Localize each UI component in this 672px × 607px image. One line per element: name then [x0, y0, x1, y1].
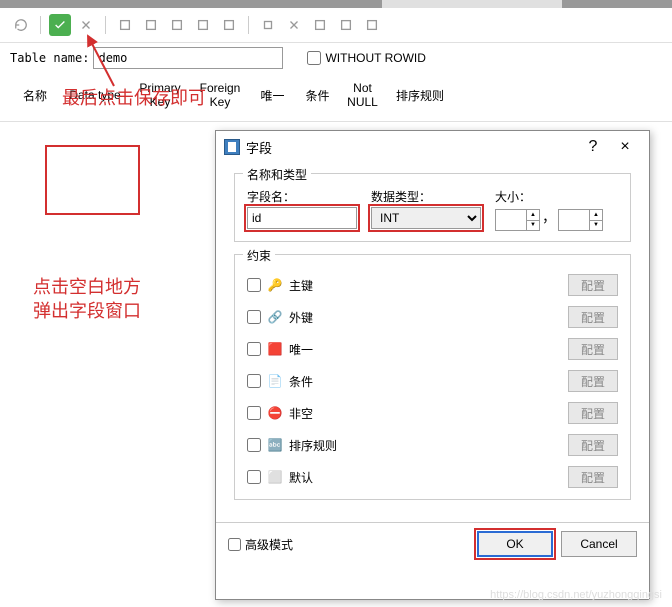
constraint-icon: 🔗	[267, 309, 283, 325]
constraint-row-2: 🟥 唯一配置	[247, 333, 618, 365]
tablename-row: Table name: WITHOUT ROWID	[0, 43, 672, 73]
tool-d-icon[interactable]	[335, 14, 357, 36]
constraint-row-4: ⛔ 非空配置	[247, 397, 618, 429]
constraint-icon: 🔑	[267, 277, 283, 293]
constraint-row-0: 🔑 主键配置	[247, 269, 618, 301]
data-type-label: 数据类型：	[371, 188, 481, 205]
advanced-checkbox[interactable]	[228, 538, 241, 551]
dialog-title: 字段	[246, 138, 577, 157]
constraint-icon: 📄	[267, 373, 283, 389]
field-name-input[interactable]	[247, 207, 357, 229]
data-type-select[interactable]: INT	[371, 207, 481, 229]
constraint-checkbox[interactable]	[247, 278, 261, 292]
tablename-label: Table name:	[10, 51, 89, 65]
constraint-icon: ⛔	[267, 405, 283, 421]
configure-button[interactable]: 配置	[568, 338, 618, 360]
constraint-checkbox[interactable]	[247, 374, 261, 388]
dialog-titlebar: 字段 ? ×	[216, 131, 649, 163]
constraint-row-6: ⬜ 默认配置	[247, 461, 618, 493]
tool-c-icon[interactable]	[309, 14, 331, 36]
tool-b-icon[interactable]	[283, 14, 305, 36]
refresh-icon[interactable]	[10, 14, 32, 36]
dialog-footer: 高级模式 OK Cancel	[216, 522, 649, 565]
annotation-blank: 点击空白地方 弹出字段窗口	[33, 275, 141, 323]
commit-button[interactable]	[49, 14, 71, 36]
name-type-group: 名称和类型 字段名： 数据类型： INT 大小： ▲▼ ，	[234, 173, 631, 242]
move-down-icon[interactable]	[218, 14, 240, 36]
toolbar	[0, 8, 672, 43]
rollback-icon[interactable]	[75, 14, 97, 36]
col-name: 名称	[10, 87, 60, 104]
ok-button[interactable]: OK	[477, 531, 553, 557]
without-rowid-label: WITHOUT ROWID	[325, 51, 425, 65]
cancel-button[interactable]: Cancel	[561, 531, 637, 557]
configure-button[interactable]: 配置	[568, 402, 618, 424]
constraint-checkbox[interactable]	[247, 310, 261, 324]
annotation-empty-box	[45, 145, 140, 215]
constraint-label: 外键	[289, 309, 562, 326]
constraint-icon: 🟥	[267, 341, 283, 357]
advanced-label: 高级模式	[245, 536, 293, 553]
watermark: https://blog.csdn.net/yuzhongqingsi	[490, 589, 662, 601]
configure-button[interactable]: 配置	[568, 434, 618, 456]
constraint-icon: ⬜	[267, 469, 283, 485]
constraint-checkbox[interactable]	[247, 342, 261, 356]
dialog-icon	[224, 139, 240, 155]
col-check: 条件	[295, 87, 340, 104]
move-up-icon[interactable]	[192, 14, 214, 36]
constraint-icon: 🔤	[267, 437, 283, 453]
configure-button[interactable]: 配置	[568, 370, 618, 392]
constraint-label: 条件	[289, 373, 562, 390]
constraint-label: 默认	[289, 469, 562, 486]
help-button[interactable]: ?	[577, 135, 609, 159]
edit-col-icon[interactable]	[140, 14, 162, 36]
field-name-label: 字段名：	[247, 188, 357, 205]
constraint-row-3: 📄 条件配置	[247, 365, 618, 397]
configure-button[interactable]: 配置	[568, 274, 618, 296]
constraints-group: 约束 🔑主键配置🔗外键配置🟥唯一配置📄条件配置⛔非空配置🔤排序规则配置⬜默认配置	[234, 254, 631, 500]
size-label: 大小：	[495, 188, 603, 205]
size-spinner-1[interactable]: ▲▼	[495, 209, 540, 231]
constraint-row-5: 🔤 排序规则配置	[247, 429, 618, 461]
col-collate: 排序规则	[385, 87, 455, 104]
del-col-icon[interactable]	[166, 14, 188, 36]
constraint-checkbox[interactable]	[247, 470, 261, 484]
constraint-label: 主键	[289, 277, 562, 294]
configure-button[interactable]: 配置	[568, 466, 618, 488]
constraint-checkbox[interactable]	[247, 406, 261, 420]
size-spinner-2[interactable]: ▲▼	[558, 209, 603, 231]
constraint-row-1: 🔗 外键配置	[247, 301, 618, 333]
col-unique: 唯一	[250, 87, 295, 104]
close-button[interactable]: ×	[609, 135, 641, 159]
annotation-save: 最后点击保存即可	[62, 84, 206, 110]
tablename-input[interactable]	[93, 47, 283, 69]
without-rowid-checkbox[interactable]	[307, 51, 321, 65]
tool-e-icon[interactable]	[361, 14, 383, 36]
name-type-legend: 名称和类型	[243, 166, 311, 183]
tool-a-icon[interactable]	[257, 14, 279, 36]
add-col-icon[interactable]	[114, 14, 136, 36]
constraints-legend: 约束	[243, 247, 275, 264]
col-notnull: Not NULL	[340, 81, 385, 109]
field-dialog: 字段 ? × 名称和类型 字段名： 数据类型： INT 大小：	[215, 130, 650, 600]
configure-button[interactable]: 配置	[568, 306, 618, 328]
constraint-checkbox[interactable]	[247, 438, 261, 452]
constraint-label: 排序规则	[289, 437, 562, 454]
constraint-label: 非空	[289, 405, 562, 422]
constraint-label: 唯一	[289, 341, 562, 358]
